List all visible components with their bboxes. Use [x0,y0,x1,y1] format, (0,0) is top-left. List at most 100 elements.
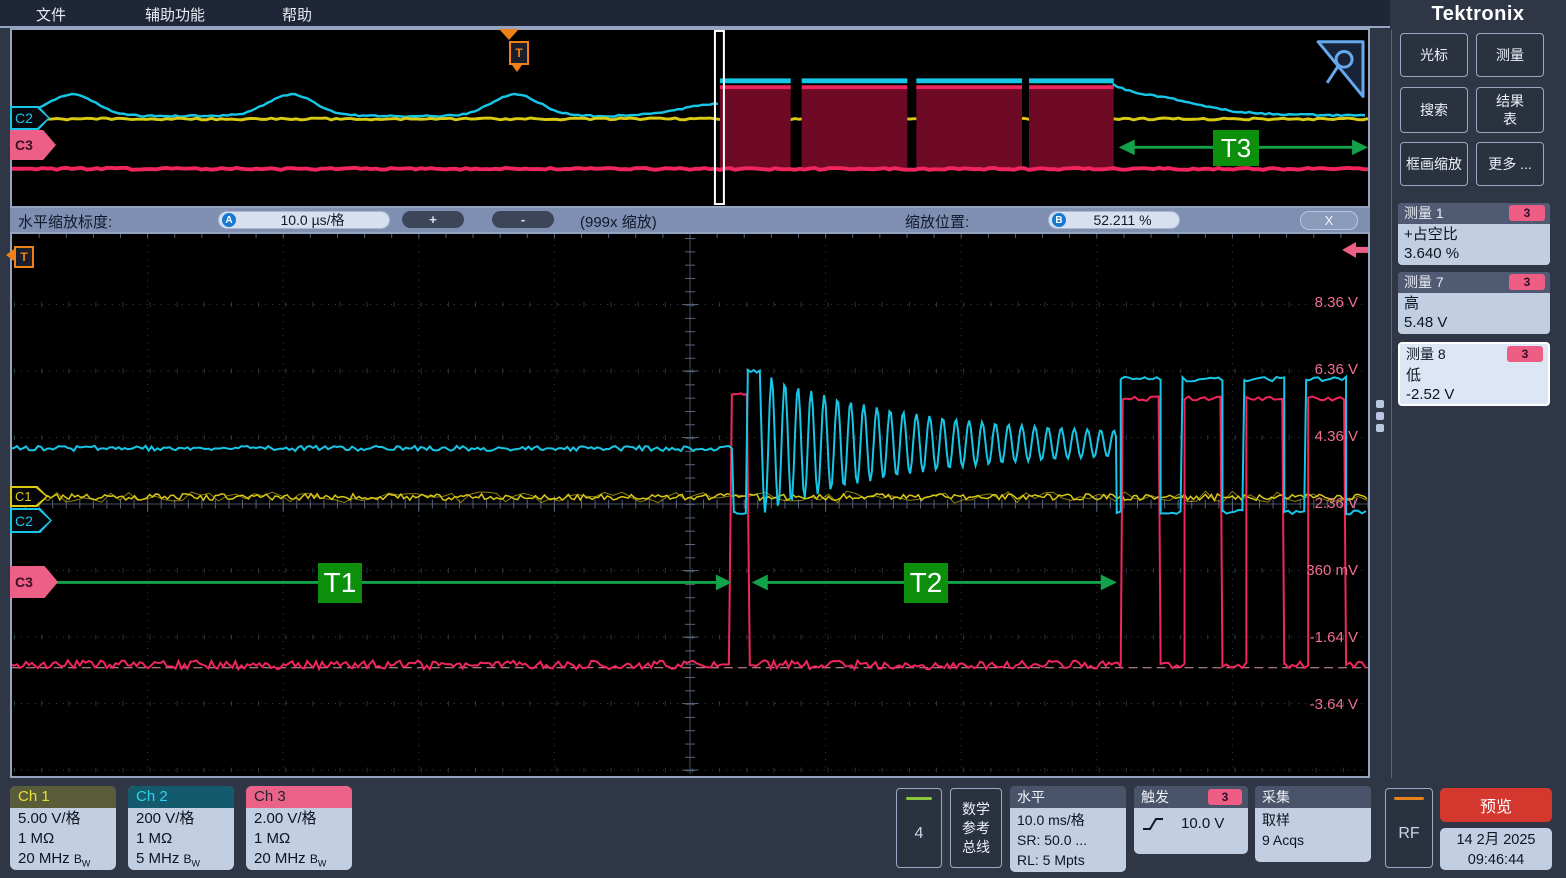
zoom-scale-label: 水平缩放标度: [18,211,112,232]
zoom-close-button[interactable]: X [1300,211,1358,230]
channel2-badge[interactable]: Ch 2 200 V/格 1 MΩ 5 MHz BW [128,786,234,870]
scale-label-2: 6.36 V [1262,361,1358,379]
menu-utility[interactable]: 辅助功能 [145,4,205,25]
menu-help[interactable]: 帮助 [282,4,312,25]
date: 14 2月 2025 [1440,830,1552,850]
cursors-button[interactable]: 光标 [1400,33,1468,77]
ch-scale: 200 V/格 [136,809,234,829]
zoom-toolbar: 水平缩放标度: A 10.0 µs/格 + - (999x 缩放) 缩放位置: … [10,208,1370,232]
preview-button[interactable]: 预览 [1440,788,1552,822]
horizontal-rl: RL: 5 Mpts [1017,850,1119,870]
datetime-display[interactable]: 14 2月 2025 09:46:44 [1440,828,1552,870]
horizontal-scale: 10.0 ms/格 [1017,810,1119,830]
scale-label-7: -3.64 V [1262,696,1358,714]
scale-label-5: 360 mV [1262,562,1358,580]
scale-label-3: 4.36 V [1262,428,1358,446]
trigger-title: 触发 [1141,789,1169,805]
main-waveforms [12,234,1368,776]
right-sidebar: Tektronix 光标 测量 搜索 结果 表 框画缩放 更多 ... 测量 1… [1390,0,1566,782]
rf-badge[interactable]: RF [1385,788,1433,868]
panel-drawer-handle[interactable] [1376,400,1384,436]
channel4-color-dash [906,797,932,800]
trigger-source-badge: 3 [1208,789,1242,805]
ch-impedance: 1 MΩ [18,829,116,849]
t2-annotation: T2 [904,563,948,603]
scale-label-1: 8.36 V [1262,294,1358,312]
measure-button[interactable]: 测量 [1476,33,1544,77]
menu-bar: 文件 辅助功能 帮助 [0,0,1390,28]
time: 09:46:44 [1440,850,1552,870]
rf-color-dash [1394,797,1424,800]
trigger-badge-pointer [512,65,522,72]
knob-b-icon: B [1052,213,1066,227]
ch-impedance: 1 MΩ [136,829,234,849]
measurement-card-8[interactable]: 测量 8 3 低 -2.52 V [1398,342,1550,406]
ch-impedance: 1 MΩ [254,829,352,849]
bottom-bar: Ch 1 5.00 V/格 1 MΩ 20 MHz BW Ch 2 200 V/… [0,782,1566,878]
zoom-scale-value[interactable]: A 10.0 µs/格 [218,211,390,229]
ch-scale: 5.00 V/格 [18,809,116,829]
horizontal-badge[interactable]: 水平 10.0 ms/格 SR: 50.0 ... RL: 5 Mpts [1010,786,1126,872]
acquisition-badge[interactable]: 采集 取样 9 Acqs [1255,786,1371,862]
scale-label-6: -1.64 V [1262,629,1358,647]
scale-label-4: 2.36 V [1262,495,1358,513]
channel1-badge[interactable]: Ch 1 5.00 V/格 1 MΩ 20 MHz BW [10,786,116,870]
more-button[interactable]: 更多 ... [1476,142,1544,186]
measurement-title: 测量 8 [1406,346,1446,362]
channel3-label: Ch 3 [246,786,352,808]
channel3-flag[interactable]: C3 [10,566,58,598]
channel4-label: 4 [897,825,941,843]
channel2-label: Ch 2 [128,786,234,808]
channel1-label: Ch 1 [10,786,116,808]
acquisition-mode: 取样 [1262,810,1364,830]
waveform-overview[interactable] [10,28,1370,208]
oscilloscope-screen: 文件 辅助功能 帮助 C2 C3 T T3 水平缩放标度: A 10.0 µs/… [0,0,1566,878]
source-badge: 3 [1509,205,1545,221]
acquisition-count: 9 Acqs [1262,830,1364,850]
zoom-factor-label: (999x 缩放) [580,211,657,232]
ch-bandwidth: 20 MHz BW [254,849,352,870]
measurement-name: 高 [1404,294,1544,313]
trigger-position-arrow[interactable] [499,29,519,40]
zoom-in-button[interactable]: + [402,211,464,228]
overview-trigger-badge[interactable]: T [509,41,529,65]
source-badge: 3 [1507,346,1543,362]
overview-waveforms [12,30,1368,206]
channel2-flag[interactable]: C2 [10,508,52,533]
channel3-badge[interactable]: Ch 3 2.00 V/格 1 MΩ 20 MHz BW [246,786,352,870]
zoom-position-label: 缩放位置: [905,211,969,232]
menu-file[interactable]: 文件 [36,4,66,25]
horizontal-title: 水平 [1010,786,1126,808]
results-table-button[interactable]: 结果 表 [1476,87,1544,133]
t1-annotation: T1 [318,563,362,603]
overview-channel2-flag[interactable]: C2 [10,106,50,130]
main-trigger-badge[interactable]: T [14,246,34,268]
main-waveform-view[interactable] [10,232,1370,778]
ch-bandwidth: 5 MHz BW [136,849,234,870]
tektronix-logo: Tektronix [1390,3,1566,26]
measurement-value: 5.48 V [1404,313,1544,332]
horizontal-sr: SR: 50.0 ... [1017,830,1119,850]
math-ref-bus-button[interactable]: 数学 参考 总线 [950,788,1002,868]
t3-annotation: T3 [1213,130,1259,166]
trigger-level: 10.0 V [1181,814,1224,834]
main-trigger-badge-arrow [6,249,14,261]
zoom-position-value[interactable]: B 52.211 % [1048,211,1180,229]
measurement-card-1[interactable]: 测量 1 3 +占空比 3.640 % [1398,203,1550,265]
search-button[interactable]: 搜索 [1400,87,1468,133]
rising-edge-icon [1141,816,1165,832]
rf-label: RF [1386,825,1432,843]
channel1-flag[interactable]: C1 [10,486,48,507]
ch-scale: 2.00 V/格 [254,809,352,829]
trigger-badge[interactable]: 触发 3 10.0 V [1134,786,1248,854]
measurement-name: +占空比 [1404,225,1544,244]
measurement-card-7[interactable]: 测量 7 3 高 5.48 V [1398,272,1550,334]
channel4-badge[interactable]: 4 [896,788,942,868]
measurement-value: 3.640 % [1404,244,1544,263]
zoom-out-button[interactable]: - [492,211,554,228]
source-badge: 3 [1509,274,1545,290]
acquisition-title: 采集 [1255,786,1371,808]
draw-zoom-button[interactable]: 框画缩放 [1400,142,1468,186]
measurement-title: 测量 1 [1404,205,1444,221]
overview-channel3-flag[interactable]: C3 [10,130,56,160]
